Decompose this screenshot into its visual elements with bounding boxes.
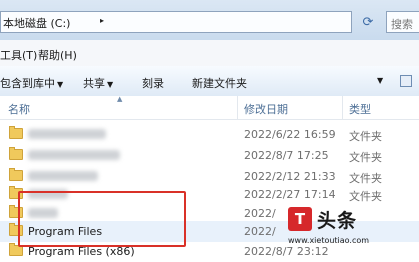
breadcrumb-arrow-icon[interactable]: ▸ — [100, 16, 104, 25]
new-folder-button[interactable]: 新建文件夹 — [192, 75, 247, 91]
preview-pane-icon[interactable] — [400, 75, 412, 87]
column-name[interactable]: 名称 — [8, 101, 30, 117]
row-type: 文件夹 — [349, 151, 382, 164]
watermark-logo: T 头条 www.xietoutiao.com — [284, 203, 419, 250]
address-path[interactable]: 本地磁盘 (C:) — [3, 15, 70, 31]
burn-button[interactable]: 刻录 — [142, 75, 164, 91]
redacted-name — [28, 171, 98, 181]
refresh-icon[interactable]: ⟳ — [356, 12, 380, 33]
folder-icon — [9, 168, 23, 181]
watermark-badge-icon: T — [288, 207, 312, 231]
share-label: 共享 — [83, 77, 105, 90]
watermark-url: www.xietoutiao.com — [288, 236, 370, 245]
file-row[interactable]: 2022/6/22 16:59 文件夹 — [0, 124, 419, 145]
menu-bar: 工具(T) 帮助(H) — [0, 40, 419, 67]
row-date: 2022/ — [244, 225, 276, 238]
row-date: 2022/2/27 17:14 — [244, 188, 336, 201]
folder-icon — [9, 147, 23, 160]
column-header-row: ▲ 名称 修改日期 类型 — [0, 95, 419, 120]
column-divider[interactable] — [342, 96, 343, 119]
search-placeholder: 搜索 — [391, 18, 413, 31]
file-row[interactable]: 2022/8/7 17:25 文件夹 — [0, 145, 419, 166]
address-bar-area: 本地磁盘 (C:) ▸ ⟳ 搜索 — [0, 0, 419, 40]
chevron-down-icon: ▼ — [107, 80, 114, 89]
redacted-name — [28, 129, 106, 139]
address-bar[interactable]: 本地磁盘 (C:) ▸ — [0, 11, 352, 33]
row-date: 2022/6/22 16:59 — [244, 128, 336, 141]
sort-caret-icon: ▲ — [117, 95, 123, 103]
row-type: 文件夹 — [349, 190, 382, 203]
column-divider[interactable] — [237, 96, 238, 119]
command-toolbar: 包含到库中 ▼ 共享 ▼ 刻录 新建文件夹 ▼ — [0, 66, 419, 97]
column-type[interactable]: 类型 — [349, 101, 371, 117]
row-date: 2022/ — [244, 207, 276, 220]
folder-icon — [9, 126, 23, 139]
row-date: 2022/2/12 21:33 — [244, 170, 336, 183]
include-in-library-button[interactable]: 包含到库中 ▼ — [0, 75, 63, 91]
chevron-down-icon: ▼ — [57, 80, 64, 89]
redacted-name — [28, 150, 120, 160]
menu-tools[interactable]: 工具(T) — [0, 47, 37, 63]
highlight-annotation — [18, 191, 186, 247]
view-options-chevron-icon[interactable]: ▼ — [377, 76, 383, 85]
include-in-library-label: 包含到库中 — [0, 77, 55, 90]
column-modified[interactable]: 修改日期 — [244, 101, 288, 117]
menu-help[interactable]: 帮助(H) — [38, 47, 77, 63]
search-input[interactable]: 搜索 — [386, 11, 419, 33]
row-date: 2022/8/7 17:25 — [244, 149, 329, 162]
row-type: 文件夹 — [349, 130, 382, 143]
watermark-text: 头条 — [317, 210, 358, 232]
share-button[interactable]: 共享 ▼ — [83, 75, 113, 91]
